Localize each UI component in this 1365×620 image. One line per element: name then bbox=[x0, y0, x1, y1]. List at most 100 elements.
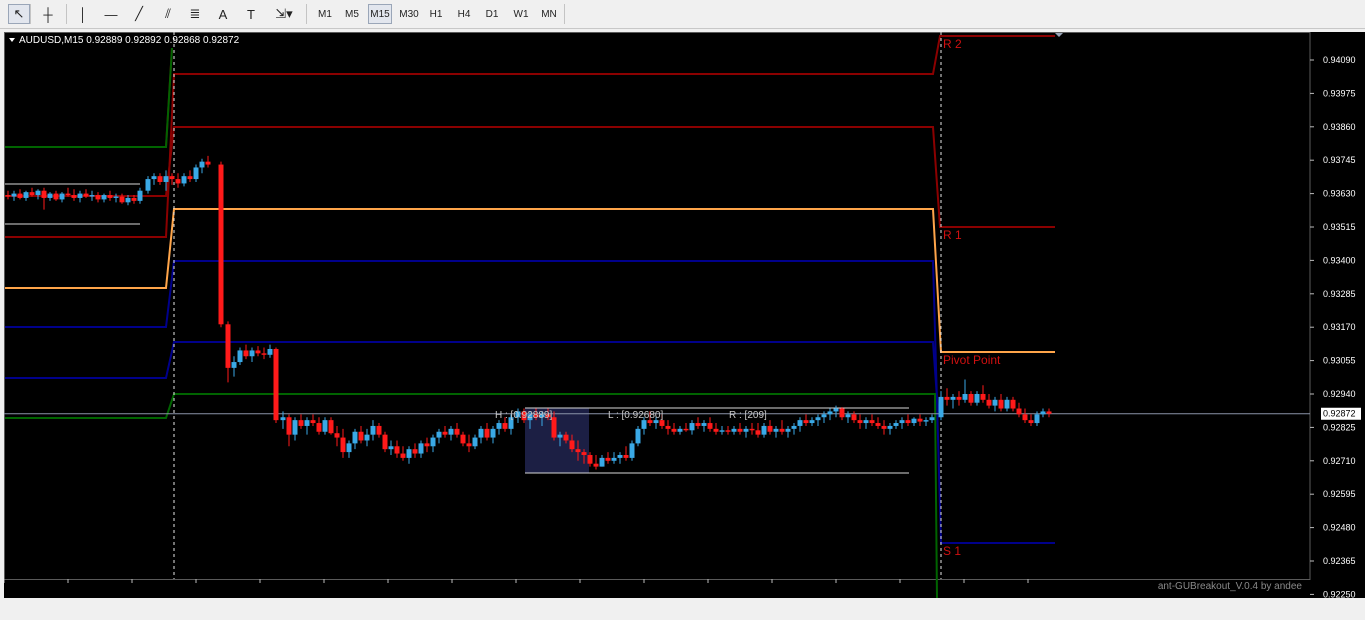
equidistant-channel-tool-button[interactable]: ⫽ bbox=[156, 4, 180, 24]
bullish-candle bbox=[163, 176, 169, 182]
price-axis-label: 0.92825 bbox=[1323, 422, 1356, 432]
price-axis-label: 0.92710 bbox=[1323, 456, 1356, 466]
bullish-candle bbox=[472, 437, 478, 447]
bearish-candle bbox=[484, 428, 490, 438]
bullish-candle bbox=[815, 417, 821, 421]
bearish-candle bbox=[261, 353, 267, 355]
price-axis-label: 0.93400 bbox=[1323, 255, 1356, 265]
timeframe-h4-button[interactable]: H4 bbox=[453, 4, 475, 24]
bullish-candle bbox=[193, 167, 199, 180]
price-axis-label: 0.92365 bbox=[1323, 556, 1356, 566]
bearish-candle bbox=[767, 425, 773, 432]
bullish-candle bbox=[352, 431, 358, 444]
bullish-candle bbox=[304, 420, 310, 426]
bullish-candle bbox=[911, 418, 917, 424]
bearish-candle bbox=[986, 399, 992, 406]
bearish-candle bbox=[980, 394, 986, 400]
chart-shift-marker-icon bbox=[1055, 33, 1063, 37]
bullish-candle bbox=[199, 161, 205, 168]
timeframe-mn-button[interactable]: MN bbox=[538, 4, 560, 24]
timeframe-w1-button[interactable]: W1 bbox=[510, 4, 532, 24]
bullish-candle bbox=[267, 348, 273, 355]
bullish-candle bbox=[629, 443, 635, 458]
price-axis-label: 0.92940 bbox=[1323, 389, 1356, 399]
text-label-tool-button[interactable]: T bbox=[240, 4, 262, 24]
bullish-candle bbox=[89, 195, 95, 197]
bearish-candle bbox=[187, 176, 193, 180]
bullish-candle bbox=[611, 457, 617, 461]
bullish-candle bbox=[833, 408, 839, 412]
bullish-candle bbox=[1040, 411, 1046, 415]
breakout-label-high: H : [0.92889] bbox=[495, 410, 552, 421]
price-axis-label: 0.92480 bbox=[1323, 523, 1356, 533]
timeframe-m30-button[interactable]: M30 bbox=[396, 4, 422, 24]
bearish-candle bbox=[340, 437, 346, 453]
s2-upper-line bbox=[5, 47, 173, 148]
bullish-candle bbox=[677, 428, 683, 432]
price-axis-label: 0.93285 bbox=[1323, 289, 1356, 299]
timeframe-m1-button[interactable]: M1 bbox=[314, 4, 336, 24]
indicator-watermark: ant-GUBreakout_V.0.4 by andee bbox=[1158, 581, 1303, 592]
bullish-candle bbox=[701, 423, 707, 426]
bearish-candle bbox=[131, 197, 137, 201]
pivot-label-s1: S 1 bbox=[943, 544, 961, 558]
bullish-candle bbox=[635, 428, 641, 444]
bullish-candle bbox=[557, 434, 563, 438]
bullish-candle bbox=[364, 434, 370, 441]
bullish-candle bbox=[791, 425, 797, 429]
bearish-candle bbox=[5, 195, 11, 197]
bullish-candle bbox=[280, 417, 286, 421]
bearish-candle bbox=[328, 420, 334, 434]
bullish-candle bbox=[11, 193, 17, 197]
bearish-candle bbox=[875, 423, 881, 426]
s2-level-line bbox=[5, 393, 938, 598]
trendline-tool-button[interactable]: ╱ bbox=[128, 4, 150, 24]
text-tool-button[interactable]: A bbox=[212, 4, 234, 24]
bearish-candle bbox=[169, 176, 175, 180]
bearish-candle bbox=[956, 396, 962, 400]
bullish-candle bbox=[322, 420, 328, 432]
bullish-candle bbox=[731, 428, 737, 432]
bullish-candle bbox=[478, 428, 484, 438]
timeframe-h1-button[interactable]: H1 bbox=[425, 4, 447, 24]
bearish-candle bbox=[659, 420, 665, 426]
bearish-candle bbox=[65, 193, 71, 196]
chart-canvas[interactable]: R 2 R 1 Pivot Point S 1 H : [0.92889] L : [0.… bbox=[4, 32, 1362, 598]
bullish-candle bbox=[743, 428, 749, 432]
horizontal-line-icon: — bbox=[104, 6, 118, 22]
timeframe-m5-button[interactable]: M5 bbox=[341, 4, 363, 24]
toolbar-separator bbox=[30, 4, 31, 24]
bullish-candle bbox=[101, 195, 107, 200]
bearish-candle bbox=[376, 425, 382, 435]
arrows-tool-dropdown[interactable]: ⇲▾ bbox=[268, 4, 300, 24]
price-axis-label: 0.92595 bbox=[1323, 489, 1356, 499]
bullish-candle bbox=[821, 414, 827, 418]
vertical-line-tool-button[interactable]: │ bbox=[72, 4, 94, 24]
fibonacci-tool-button[interactable]: ≣ bbox=[184, 4, 206, 24]
bullish-candle bbox=[249, 350, 255, 357]
text-label-icon: T bbox=[247, 6, 255, 22]
cursor-tool-button[interactable]: ↖ bbox=[8, 4, 30, 24]
horizontal-line-tool-button[interactable]: — bbox=[100, 4, 122, 24]
toolbar: ↖ ┼ │ — ╱ ⫽ ≣ A T ⇲▾ M1 M5 M15 M30 H1 H4 D1 W1 MN bbox=[0, 0, 1365, 29]
bearish-candle bbox=[857, 420, 863, 424]
bullish-candle bbox=[370, 425, 376, 435]
bullish-candle bbox=[137, 190, 143, 201]
bullish-candle bbox=[59, 193, 65, 200]
bullish-candle bbox=[1034, 414, 1040, 424]
bullish-candle bbox=[181, 176, 187, 184]
bullish-candle bbox=[929, 417, 935, 421]
bearish-candle bbox=[944, 396, 950, 400]
timeframe-d1-button[interactable]: D1 bbox=[481, 4, 503, 24]
price-axis-label: 0.93745 bbox=[1323, 155, 1356, 165]
bullish-candle bbox=[938, 396, 944, 418]
current-price-label: 0.92872 bbox=[1323, 409, 1356, 419]
bullish-candle bbox=[77, 193, 83, 198]
timeframe-m15-button[interactable]: M15 bbox=[368, 4, 392, 24]
bearish-candle bbox=[665, 425, 671, 429]
bearish-candle bbox=[1028, 420, 1034, 424]
bearish-candle bbox=[358, 431, 364, 441]
price-chart[interactable]: R 2 R 1 Pivot Point S 1 H : [0.92889] L : [0.… bbox=[4, 32, 1365, 598]
bearish-candle bbox=[400, 453, 406, 458]
crosshair-tool-button[interactable]: ┼ bbox=[36, 4, 60, 24]
